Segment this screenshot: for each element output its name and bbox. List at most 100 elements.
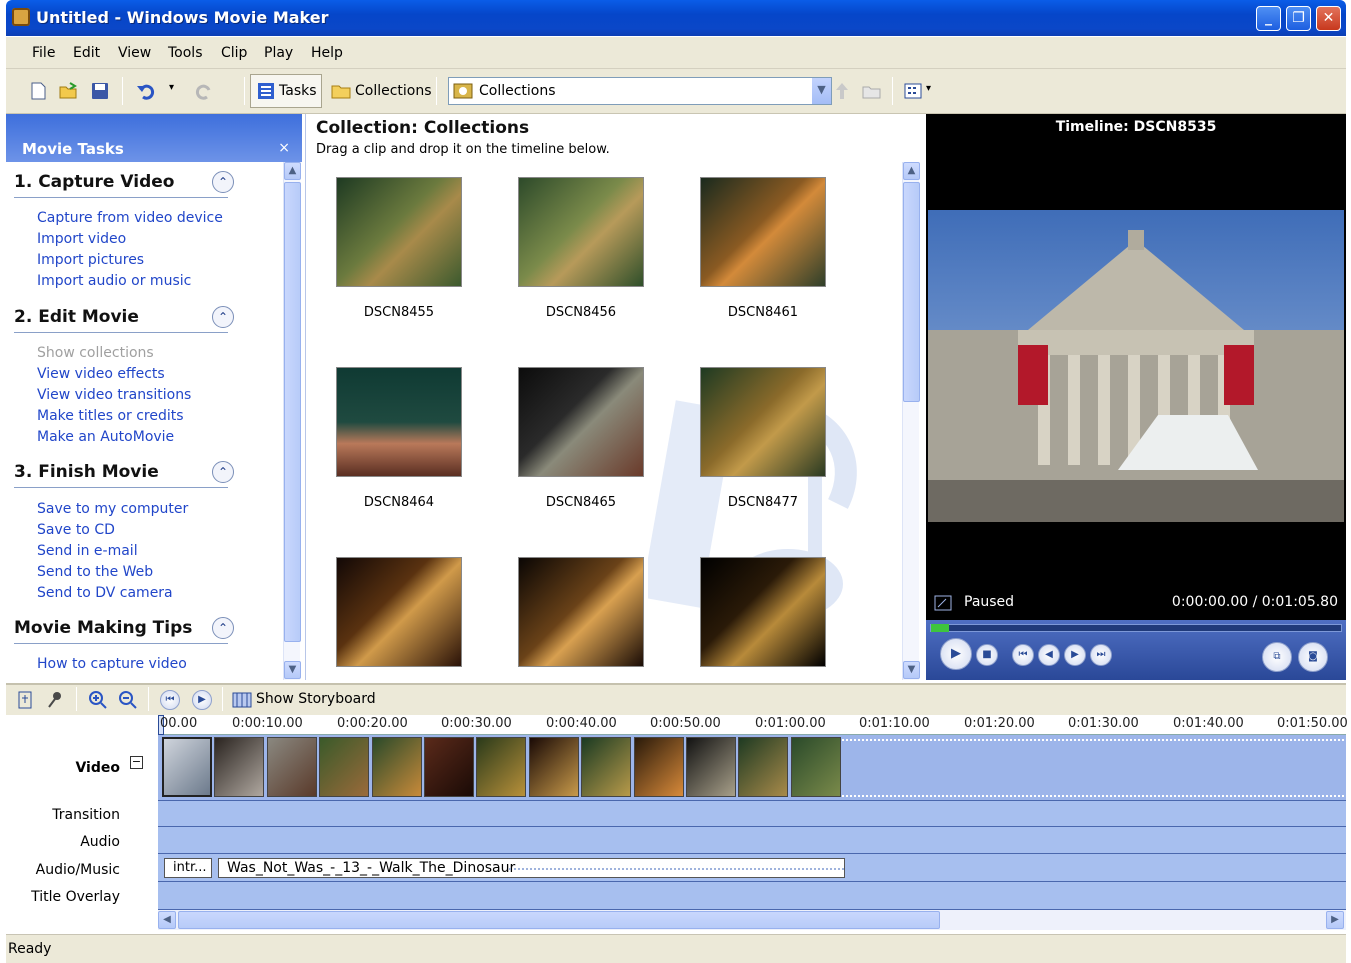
clip-thumbnail[interactable] [700,367,826,477]
clip-thumbnail[interactable] [700,177,826,287]
stop-icon[interactable]: ■ [976,644,998,666]
link-view-video-transitions[interactable]: View video transitions [37,387,191,403]
menu-edit[interactable]: Edit [73,45,100,61]
collapse-video-track-icon[interactable]: − [130,756,143,769]
menu-tools[interactable]: Tools [168,45,203,61]
link-import-audio[interactable]: Import audio or music [37,273,191,289]
narrate-timeline-icon[interactable] [46,690,64,710]
scroll-down-icon[interactable]: ▼ [284,661,301,679]
scroll-down-icon[interactable]: ▼ [903,661,920,679]
back-to-start-icon[interactable]: ⏮ [1012,644,1034,666]
timeline-video-clip[interactable] [686,737,736,797]
collections-combo[interactable]: Collections ▼ [448,77,832,105]
clip-thumbnail[interactable] [700,557,826,667]
transition-track[interactable] [158,801,1346,827]
play-timeline-icon[interactable]: ▶ [192,690,212,710]
undo-dropdown-icon[interactable]: ▾ [169,82,174,93]
previous-frame-icon[interactable]: ◀ [1038,644,1060,666]
views-dropdown-icon[interactable]: ▾ [926,83,931,94]
zoom-in-icon[interactable] [88,690,108,710]
scroll-up-icon[interactable]: ▲ [903,162,920,180]
scroll-left-icon[interactable]: ◀ [158,911,176,929]
menu-view[interactable]: View [118,45,151,61]
collections-button[interactable]: Collections [326,74,432,108]
tasks-scrollbar[interactable]: ▲ ▼ [283,162,301,680]
split-screen-icon[interactable] [934,595,952,611]
link-import-video[interactable]: Import video [37,231,126,247]
link-view-video-effects[interactable]: View video effects [37,366,165,382]
forward-to-end-icon[interactable]: ⏭ [1090,644,1112,666]
timeline-video-clip[interactable] [371,737,422,797]
title-overlay-track[interactable] [158,882,1346,910]
minimize-button[interactable]: _ [1256,6,1281,31]
link-capture-from-device[interactable]: Capture from video device [37,210,223,226]
audio-clip[interactable]: intr... [164,858,212,878]
menu-clip[interactable]: Clip [221,45,247,61]
undo-icon[interactable] [136,81,156,101]
link-make-titles[interactable]: Make titles or credits [37,408,184,424]
link-how-to-capture[interactable]: How to capture video [37,656,187,672]
zoom-out-icon[interactable] [118,690,138,710]
show-storyboard-button[interactable]: Show Storyboard [256,691,376,707]
timeline-video-clip[interactable] [738,737,789,797]
video-track[interactable] [158,735,1346,801]
play-icon[interactable]: ▶ [940,638,972,670]
timeline-video-clip[interactable] [476,737,527,797]
link-make-automovie[interactable]: Make an AutoMovie [37,429,174,445]
menu-file[interactable]: File [32,45,55,61]
link-save-to-computer[interactable]: Save to my computer [37,501,188,517]
close-button[interactable]: ✕ [1316,6,1341,31]
rewind-timeline-icon[interactable]: ⏮ [160,690,180,710]
scroll-right-icon[interactable]: ▶ [1326,911,1344,929]
take-picture-icon[interactable]: ◙ [1298,642,1328,672]
clip-thumbnail[interactable] [336,367,462,477]
audio-track[interactable] [158,827,1346,854]
collapse-up-icon[interactable]: ⌃ [212,306,234,328]
link-send-dv-camera[interactable]: Send to DV camera [37,585,173,601]
scrollbar-thumb[interactable] [178,911,940,929]
link-send-web[interactable]: Send to the Web [37,564,153,580]
close-tasks-icon[interactable]: × [278,140,290,156]
clip-thumbnail[interactable] [518,557,644,667]
audio-clip[interactable]: Was_Not_Was_-_13_-_Walk_The_Dinosaur [218,858,845,878]
seek-bar[interactable] [930,624,1342,632]
scroll-up-icon[interactable]: ▲ [284,162,301,180]
timeline-horizontal-scrollbar[interactable]: ◀ ▶ [158,910,1346,930]
collapse-up-icon[interactable]: ⌃ [212,171,234,193]
chevron-down-icon[interactable]: ▼ [811,78,831,104]
storyboard-icon[interactable] [232,691,252,709]
clip-thumbnail[interactable] [336,177,462,287]
link-import-pictures[interactable]: Import pictures [37,252,144,268]
next-frame-icon[interactable]: ▶ [1064,644,1086,666]
timeline-video-clip[interactable] [581,737,632,797]
timeline-video-clip[interactable] [214,737,265,797]
tasks-button[interactable]: Tasks [250,74,322,108]
menu-play[interactable]: Play [264,45,293,61]
maximize-button[interactable]: ❐ [1286,6,1311,31]
seek-thumb[interactable] [931,624,949,632]
timeline-video-clip[interactable] [162,737,212,797]
clip-thumbnail[interactable] [518,177,644,287]
timeline-video-clip[interactable] [633,737,684,797]
split-clip-icon[interactable]: ⧉ [1262,642,1292,672]
clip-thumbnail[interactable] [518,367,644,477]
collection-scrollbar[interactable]: ▲ ▼ [902,162,920,680]
collapse-up-icon[interactable]: ⌃ [212,461,234,483]
open-project-icon[interactable] [58,81,78,101]
save-project-icon[interactable] [90,81,110,101]
link-send-email[interactable]: Send in e-mail [37,543,138,559]
timeline-video-clip[interactable] [266,737,317,797]
timeline-video-clip[interactable] [319,737,370,797]
timeline-video-clip[interactable] [528,737,579,797]
timeline-video-clip[interactable] [424,737,474,797]
clip-thumbnail[interactable] [336,557,462,667]
new-project-icon[interactable] [28,81,48,101]
scrollbar-thumb[interactable] [903,182,920,402]
set-audio-levels-icon[interactable] [16,690,34,710]
collapse-up-icon[interactable]: ⌃ [212,617,234,639]
timeline-video-clip[interactable] [790,737,841,797]
views-icon[interactable] [904,81,924,101]
menu-help[interactable]: Help [311,45,343,61]
scrollbar-thumb[interactable] [284,182,301,642]
audio-music-track[interactable]: intr... Was_Not_Was_-_13_-_Walk_The_Dino… [158,854,1346,882]
